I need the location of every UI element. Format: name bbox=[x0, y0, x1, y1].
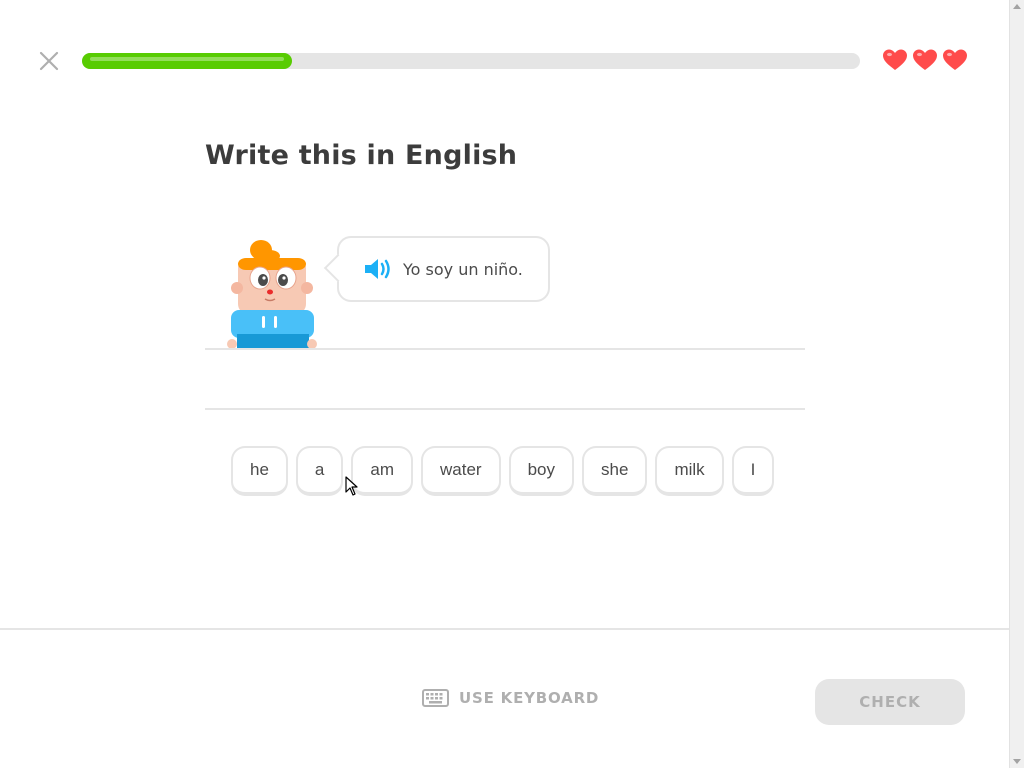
speech-bubble: Yo soy un niño. bbox=[323, 236, 550, 302]
scroll-down-arrow[interactable] bbox=[1013, 759, 1021, 764]
word-tile[interactable]: I bbox=[731, 446, 775, 496]
challenge-title: Write this in English bbox=[205, 140, 518, 171]
progress-shine bbox=[90, 57, 284, 61]
close-icon bbox=[39, 51, 59, 71]
progress-fill bbox=[82, 53, 292, 69]
duo-character-illustration bbox=[224, 236, 320, 349]
close-lesson-button[interactable] bbox=[36, 48, 62, 74]
word-tile[interactable]: a bbox=[295, 446, 344, 496]
word-tile[interactable]: boy bbox=[508, 446, 575, 496]
word-tile[interactable]: he bbox=[231, 446, 288, 496]
answer-line-1[interactable] bbox=[205, 348, 805, 350]
word-tile[interactable]: water bbox=[421, 446, 501, 496]
scroll-up-arrow[interactable] bbox=[1013, 4, 1021, 9]
word-tile[interactable]: am bbox=[351, 446, 414, 496]
use-keyboard-button[interactable]: USE KEYBOARD bbox=[422, 688, 599, 708]
heart-icon bbox=[883, 49, 907, 70]
source-sentence: Yo soy un niño. bbox=[403, 259, 523, 279]
answer-line-2[interactable] bbox=[205, 408, 805, 410]
page-scrollbar[interactable] bbox=[1009, 0, 1024, 768]
heart-icon bbox=[913, 49, 937, 70]
footer-divider bbox=[0, 628, 1009, 630]
heart-icon bbox=[943, 49, 967, 70]
word-tile[interactable]: milk bbox=[655, 446, 724, 496]
word-bank: he a am water boy she milk I bbox=[231, 446, 775, 496]
use-keyboard-label: USE KEYBOARD bbox=[459, 689, 600, 707]
keyboard-icon bbox=[422, 689, 449, 707]
lesson-progress-bar bbox=[82, 53, 860, 69]
lives-hearts bbox=[882, 48, 972, 74]
mouse-cursor-icon bbox=[345, 476, 358, 496]
word-tile[interactable]: she bbox=[582, 446, 648, 496]
speech-bubble-tail bbox=[323, 253, 353, 283]
speaker-icon[interactable] bbox=[363, 256, 393, 282]
check-button[interactable]: CHECK bbox=[815, 679, 965, 725]
